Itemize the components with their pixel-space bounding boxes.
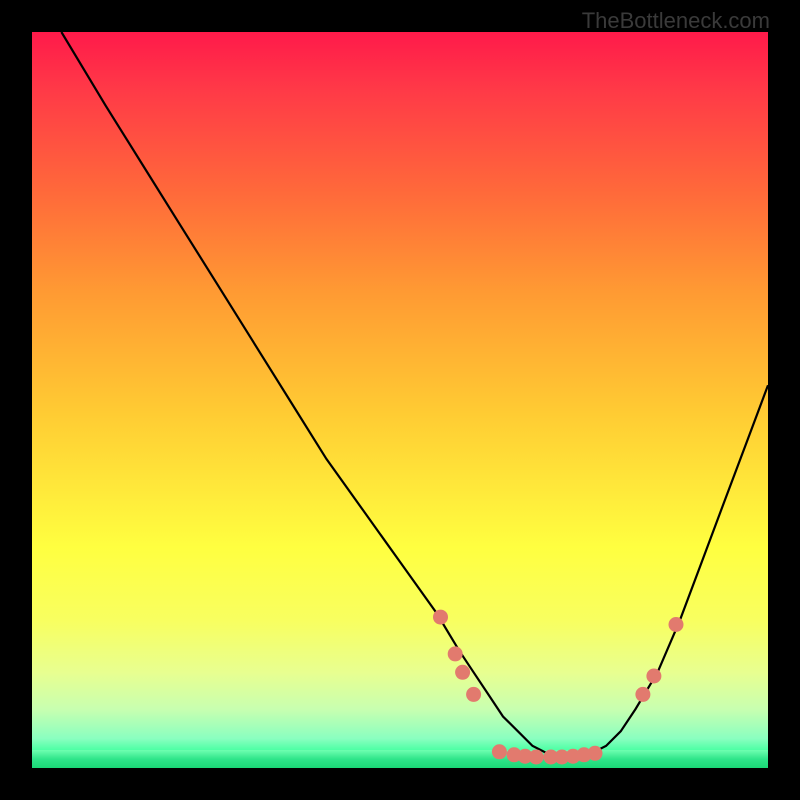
curve-markers bbox=[433, 610, 684, 765]
marker-dot bbox=[646, 669, 661, 684]
marker-dot bbox=[669, 617, 684, 632]
marker-dot bbox=[433, 610, 448, 625]
chart-container: TheBottleneck.com bbox=[0, 0, 800, 800]
marker-dot bbox=[448, 646, 463, 661]
bottleneck-curve bbox=[61, 32, 768, 757]
watermark-text: TheBottleneck.com bbox=[582, 8, 770, 34]
marker-dot bbox=[588, 746, 603, 761]
plot-area bbox=[32, 32, 768, 768]
marker-dot bbox=[635, 687, 650, 702]
marker-dot bbox=[529, 750, 544, 765]
marker-dot bbox=[466, 687, 481, 702]
marker-dot bbox=[492, 744, 507, 759]
marker-dot bbox=[455, 665, 470, 680]
curve-svg bbox=[32, 32, 768, 768]
